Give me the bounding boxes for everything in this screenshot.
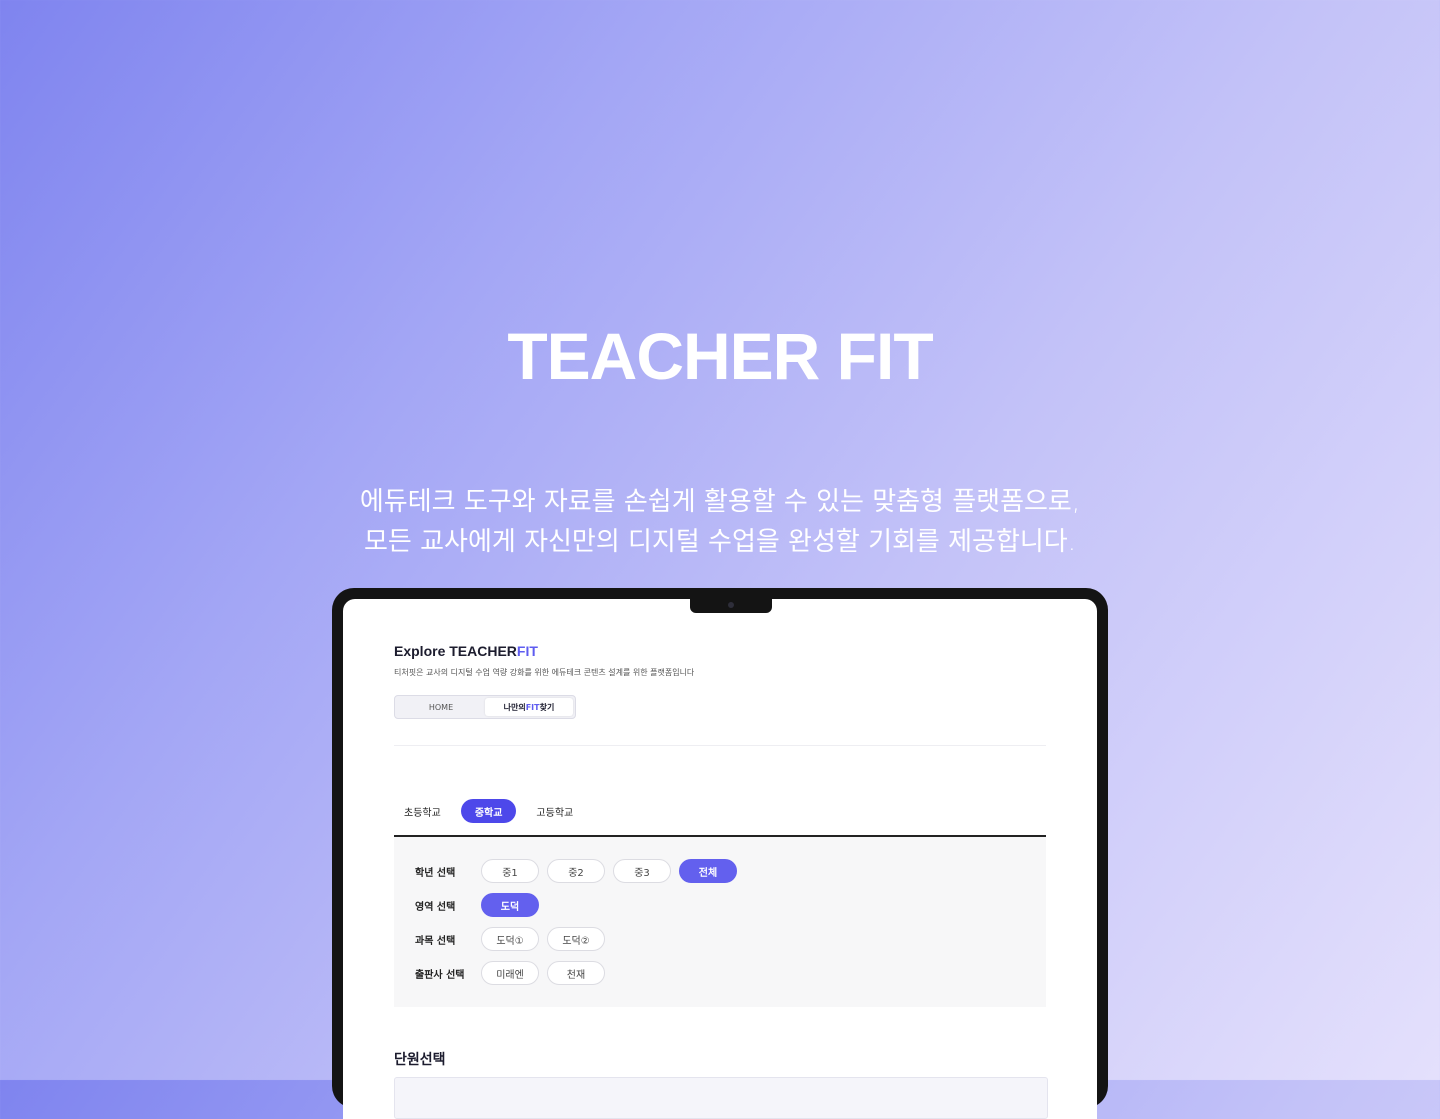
camera-notch bbox=[690, 599, 772, 613]
nav-find-fit-button[interactable]: 나만의 FIT 찾기 bbox=[485, 698, 573, 716]
app-description: 티처핏은 교사의 디지털 수업 역량 강화를 위한 에듀테크 콘텐츠 설계를 위… bbox=[394, 668, 695, 677]
nav-fit-prefix: 나만의 bbox=[503, 702, 526, 712]
unit-section-title: 단원선택 bbox=[394, 1052, 446, 1068]
tab-middle[interactable]: 중학교 bbox=[460, 799, 517, 823]
subject-filter-row: 과목 선택 도덕① 도덕② bbox=[415, 927, 613, 951]
tab-elementary[interactable]: 초등학교 bbox=[394, 799, 451, 823]
area-filter-row: 영역 선택 도덕 bbox=[415, 893, 547, 917]
hero-subtitle-line-1: 에듀테크 도구와 자료를 손쉽게 활용할 수 있는 맞춤형 플랫폼으로, bbox=[359, 487, 1081, 517]
school-level-tabs: 초등학교 중학교 고등학교 bbox=[394, 799, 583, 823]
nav-home-button[interactable]: HOME bbox=[397, 698, 485, 716]
tab-high[interactable]: 고등학교 bbox=[526, 799, 583, 823]
grade-chip-2[interactable]: 중2 bbox=[547, 859, 605, 883]
publisher-filter-label: 출판사 선택 bbox=[415, 969, 465, 981]
laptop-screen: Explore TEACHERFIT 티처핏은 교사의 디지털 수업 역량 강화… bbox=[343, 599, 1097, 1119]
area-chip-ethics[interactable]: 도덕 bbox=[481, 893, 539, 917]
filter-panel: 학년 선택 중1 중2 중3 전체 영역 선택 도덕 과목 선택 도덕① 도덕②… bbox=[394, 837, 1046, 1007]
nav-segmented-control: HOME 나만의 FIT 찾기 bbox=[394, 695, 576, 719]
app-title-accent: FIT bbox=[516, 643, 538, 659]
publisher-chip-chunjae[interactable]: 천재 bbox=[547, 961, 605, 985]
camera-icon bbox=[728, 602, 734, 608]
grade-chip-1[interactable]: 중1 bbox=[481, 859, 539, 883]
publisher-filter-row: 출판사 선택 미래엔 천재 bbox=[415, 961, 613, 985]
hero-subtitle-line-2: 모든 교사에게 자신만의 디지털 수업을 완성할 기회를 제공합니다. bbox=[364, 527, 1076, 557]
area-filter-label: 영역 선택 bbox=[415, 901, 456, 913]
publisher-chip-miraen[interactable]: 미래엔 bbox=[481, 961, 539, 985]
subject-chip-ethics-1[interactable]: 도덕① bbox=[481, 927, 539, 951]
laptop-frame: Explore TEACHERFIT 티처핏은 교사의 디지털 수업 역량 강화… bbox=[332, 588, 1108, 1119]
hero-subtitle: 에듀테크 도구와 자료를 손쉽게 활용할 수 있는 맞춤형 플랫폼으로, 모든 … bbox=[0, 482, 1440, 562]
grade-filter-label: 학년 선택 bbox=[415, 867, 456, 879]
subject-filter-label: 과목 선택 bbox=[415, 935, 456, 947]
grade-chip-3[interactable]: 중3 bbox=[613, 859, 671, 883]
nav-fit-suffix: 찾기 bbox=[539, 702, 555, 712]
grade-chip-all[interactable]: 전체 bbox=[679, 859, 737, 883]
nav-fit-word: FIT bbox=[525, 702, 540, 712]
subject-chip-ethics-2[interactable]: 도덕② bbox=[547, 927, 605, 951]
app-title-main: Explore TEACHER bbox=[394, 643, 517, 659]
unit-table-header bbox=[394, 1077, 1048, 1119]
section-divider bbox=[394, 745, 1046, 746]
hero-title: TEACHER FIT bbox=[507, 319, 933, 393]
app-title: Explore TEACHERFIT bbox=[394, 643, 538, 659]
grade-filter-row: 학년 선택 중1 중2 중3 전체 bbox=[415, 859, 745, 883]
